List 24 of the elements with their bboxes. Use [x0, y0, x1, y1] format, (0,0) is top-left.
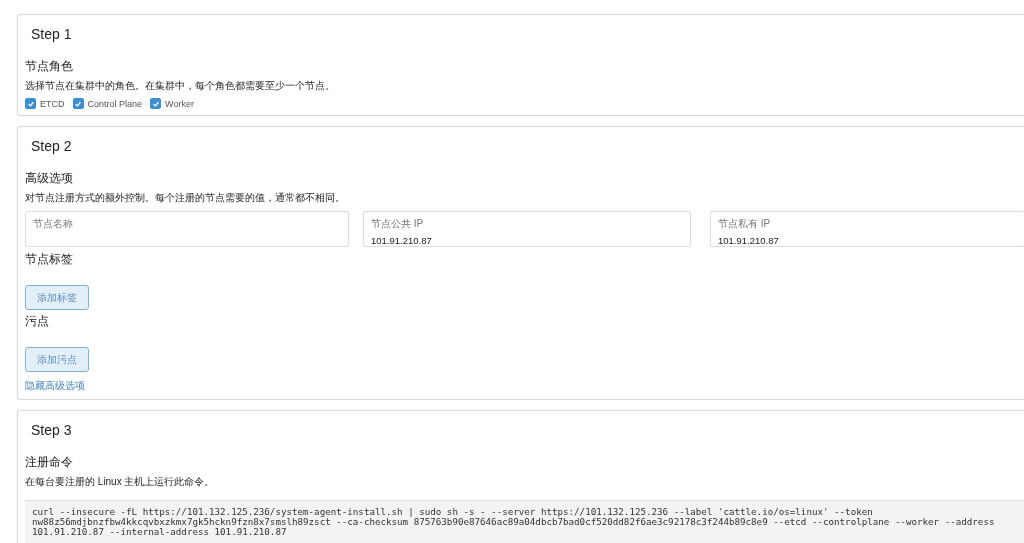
input-field[interactable]: 节点名称 — [25, 211, 349, 247]
section-description: 在每台要注册的 Linux 主机上运行此命令。 — [25, 475, 216, 489]
command-code-block: curl --insecure -fL https://101.132.125.236/system-agent-install.sh | sudo sh -s - --server https://101.132.125.236 --label 'cattle.io/os=linux' --token nw88z56mdjbnzfbw4kkcqvbxzkmx7gk5hckn9fzn8x7smslh89zsct --ca-checksum 875763b90e87646ac89a04dbcb7bad0cf520dd82f6ae3c92178c3f244b89c8e9 --etcd --controlplane --worker --address 101.91.210.87 --internal-address 101.91.210.87 — [25, 500, 1024, 543]
add-button[interactable]: 添加污点 — [25, 347, 89, 372]
checkbox-label: Control Plane — [87, 98, 143, 109]
input-field[interactable]: 节点私有 IP 101.91.210.87 — [710, 211, 1024, 247]
checkbox-label: Worker — [165, 98, 194, 109]
add-button[interactable]: 添加标签 — [25, 285, 89, 310]
section-heading: 注册命令 — [25, 454, 74, 471]
section-description: 选择节点在集群中的角色。在集群中，每个角色都需要至少一个节点。 — [25, 79, 336, 93]
checkbox[interactable] — [25, 98, 36, 109]
input-field[interactable]: 节点公共 IP 101.91.210.87 — [363, 211, 691, 247]
step-title: Step 1 — [30, 25, 73, 44]
section-heading: 节点标签 — [25, 251, 74, 268]
checkbox[interactable] — [150, 98, 162, 109]
step-title: Step 2 — [30, 137, 73, 156]
checkbox[interactable] — [72, 98, 84, 109]
section-description: 对节点注册方式的额外控制。每个注册的节点需要的值，通常都不相同。 — [25, 191, 346, 205]
step-title: Step 3 — [30, 421, 73, 440]
section-heading: 高级选项 — [25, 170, 74, 187]
checkbox-label: ETCD — [40, 98, 65, 109]
section-heading: 节点角色 — [25, 58, 74, 75]
section-heading: 污点 — [25, 313, 50, 330]
hide-advanced-link[interactable]: 隐藏高级选项 — [25, 379, 85, 393]
